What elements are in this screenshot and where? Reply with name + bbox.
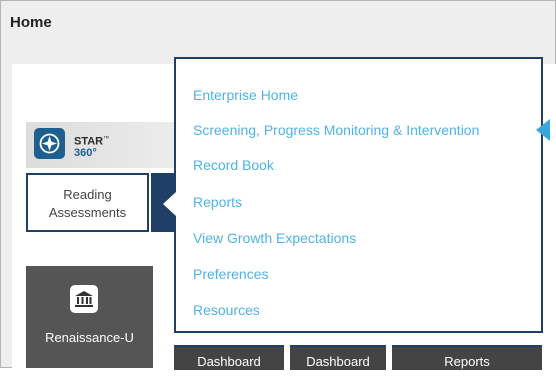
renaissance-u-card[interactable] [26, 266, 153, 368]
reading-line1: Reading [63, 187, 112, 202]
star-360-label: STAR™ 360° [74, 134, 109, 159]
reading-line2: Assessments [48, 205, 127, 220]
menu-item-view-growth-expectations[interactable]: View Growth Expectations [193, 230, 356, 246]
pointer-arrow-icon [536, 119, 550, 141]
menu-item-record-book[interactable]: Record Book [193, 157, 274, 173]
compass-icon [39, 133, 60, 154]
page-title: Home [10, 14, 52, 31]
menu-item-resources[interactable]: Resources [193, 302, 260, 318]
renaissance-u-label: Renaissance-U [45, 330, 134, 345]
tab-dashboard-2[interactable]: Dashboard [290, 345, 386, 370]
tab-reports[interactable]: Reports [392, 345, 542, 370]
menu-item-screening[interactable]: Screening, Progress Monitoring & Interve… [193, 122, 479, 138]
menu-item-reports[interactable]: Reports [193, 194, 242, 210]
menu-item-enterprise-home[interactable]: Enterprise Home [193, 87, 298, 103]
institution-icon [70, 285, 98, 313]
menu-item-preferences[interactable]: Preferences [193, 266, 268, 282]
reading-assessments-button[interactable]: Reading Assessments [26, 173, 149, 232]
star-360-logo [34, 128, 65, 159]
trademark: ™ [103, 136, 110, 142]
star-360-degree: 360° [74, 146, 97, 159]
tab-dashboard-1[interactable]: Dashboard [174, 345, 284, 370]
popup-caret [163, 192, 176, 216]
